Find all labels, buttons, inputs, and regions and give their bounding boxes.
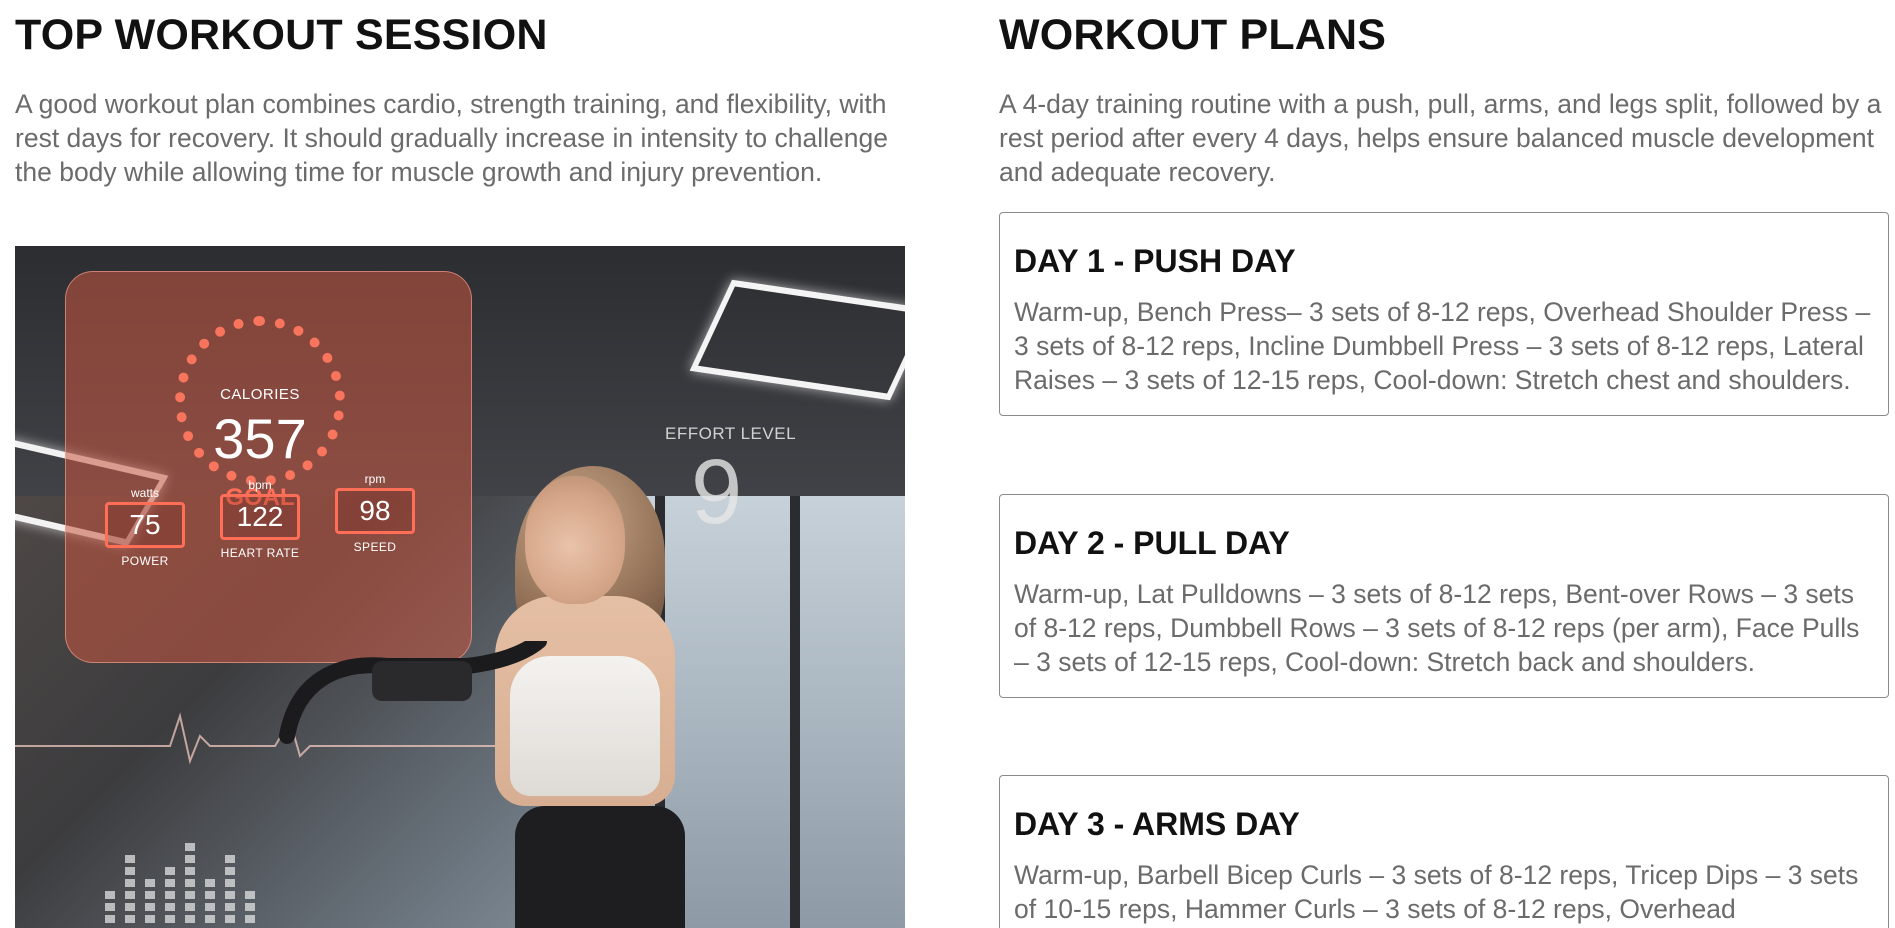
metric-caption: SPEED <box>353 540 397 554</box>
metric-unit: bpm <box>248 478 272 492</box>
section-intro: A 4-day training routine with a push, pu… <box>999 89 1882 187</box>
plan-card: DAY 1 - PUSH DAY Warm-up, Bench Press– 3… <box>999 212 1889 416</box>
calories-label: CALORIES <box>220 386 300 403</box>
page: TOP WORKOUT SESSION A good workout plan … <box>0 0 1895 928</box>
section-title: TOP WORKOUT SESSION <box>15 11 548 59</box>
section-intro: A good workout plan combines cardio, str… <box>15 89 888 187</box>
plan-title: DAY 2 - PULL DAY <box>1014 525 1290 561</box>
power-metric: watts 75 POWER <box>105 486 185 568</box>
bike-handlebar-icon <box>279 641 547 744</box>
shorts <box>515 806 685 928</box>
metric-value: 75 <box>105 502 185 548</box>
metric-unit: watts <box>130 486 159 500</box>
metric-value: 98 <box>335 488 415 534</box>
plan-title: DAY 3 - ARMS DAY <box>1014 806 1300 842</box>
heart-rate-metric: bpm 122 HEART RATE <box>220 478 300 560</box>
workout-hero-image: CALORIES 357 GOAL watts 75 POWER bpm 122… <box>15 246 905 928</box>
face <box>525 476 625 604</box>
plan-description: Warm-up, Lat Pulldowns – 3 sets of 8-12 … <box>1014 579 1860 677</box>
metric-unit: rpm <box>364 472 386 486</box>
metric-caption: HEART RATE <box>220 546 300 560</box>
plan-card: DAY 2 - PULL DAY Warm-up, Lat Pulldowns … <box>999 494 1889 698</box>
metric-caption: POWER <box>121 554 169 568</box>
plan-title: DAY 1 - PUSH DAY <box>1014 243 1296 279</box>
plan-description: Warm-up, Bench Press– 3 sets of 8-12 rep… <box>1014 297 1871 395</box>
plan-card: DAY 3 - ARMS DAY Warm-up, Barbell Bicep … <box>999 775 1889 928</box>
calories-value: 357 <box>213 407 307 470</box>
window-frame <box>790 496 800 928</box>
workout-plans-section: WORKOUT PLANS A 4-day training routine w… <box>999 0 1891 928</box>
equalizer-icon <box>105 843 255 923</box>
speed-metric: rpm 98 SPEED <box>335 472 415 554</box>
metric-value: 122 <box>220 494 300 540</box>
plan-description: Warm-up, Barbell Bicep Curls – 3 sets of… <box>1014 860 1859 924</box>
top-workout-section: TOP WORKOUT SESSION A good workout plan … <box>15 0 905 928</box>
section-title: WORKOUT PLANS <box>999 11 1387 59</box>
